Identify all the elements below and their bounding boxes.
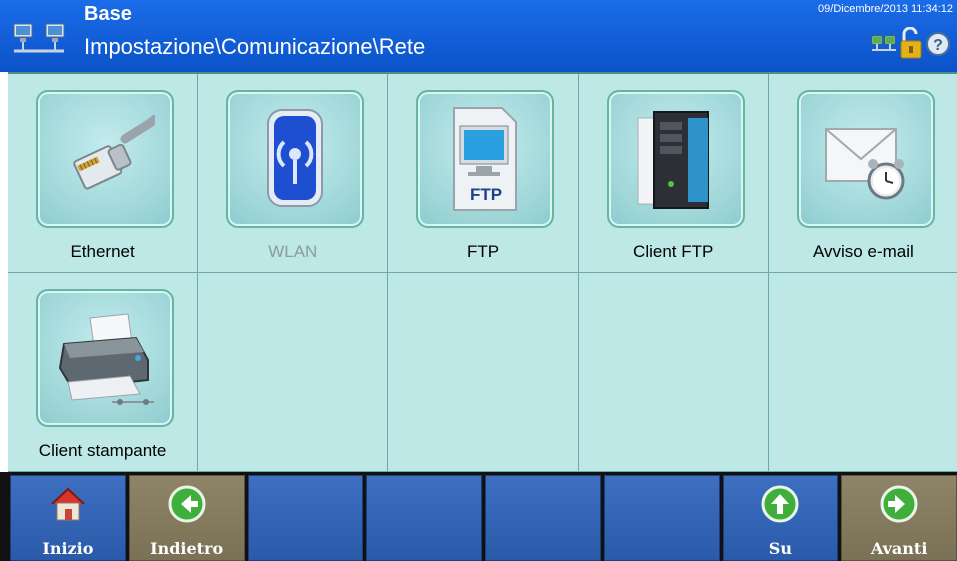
tile-ethernet[interactable]: Ethernet	[8, 74, 199, 273]
empty-cell	[578, 273, 769, 472]
up-button[interactable]: Su	[722, 475, 839, 561]
tile-icon-frame[interactable]	[226, 90, 365, 228]
tile-label: Client stampante	[38, 441, 167, 460]
svg-text:?: ?	[933, 37, 943, 54]
tile-email-alert[interactable]: Avviso e-mail	[768, 74, 957, 273]
softkey-empty[interactable]	[603, 475, 720, 561]
softkey-empty[interactable]	[247, 475, 364, 561]
ethernet-cable-icon	[73, 114, 155, 190]
softkey-empty[interactable]	[366, 475, 482, 561]
tile-label: FTP	[466, 242, 500, 261]
tile-label: Avviso e-mail	[813, 242, 914, 261]
email-alarm-icon	[824, 128, 905, 200]
tile-icon-frame[interactable]: FTP	[416, 90, 555, 228]
empty-cell	[388, 273, 579, 472]
server-icon	[637, 111, 709, 209]
header-bar: Base Impostazione\Comunicazione\Rete 09/…	[0, 0, 957, 72]
printer-icon	[58, 313, 154, 405]
back-arrow-icon	[168, 485, 206, 523]
up-arrow-icon	[761, 485, 799, 523]
svg-text:FTP: FTP	[470, 185, 502, 204]
tile-icon-frame[interactable]	[36, 289, 174, 427]
tile-icon-frame[interactable]	[36, 90, 174, 228]
unlocked-padlock-icon[interactable]	[899, 27, 923, 61]
tile-label: Client FTP	[633, 242, 714, 261]
status-icons: ?	[871, 27, 951, 61]
tile-label: WLAN	[268, 242, 318, 261]
datetime-display: 09/Dicembre/2013 11:34:12	[818, 3, 953, 15]
forward-button[interactable]: Avanti	[841, 475, 957, 561]
empty-cell	[198, 273, 389, 472]
forward-arrow-icon	[880, 485, 918, 523]
breadcrumb: Impostazione\Comunicazione\Rete	[84, 34, 426, 59]
tile-wlan[interactable]: WLAN	[198, 74, 389, 273]
softkey-empty[interactable]	[485, 475, 601, 561]
softkey-bar: Inizio Indietro Su Avanti	[0, 472, 957, 561]
tile-printer-client[interactable]: Client stampante	[8, 273, 199, 472]
wlan-icon	[267, 109, 324, 207]
page-title: Base	[84, 3, 132, 25]
home-icon	[51, 487, 85, 521]
back-button[interactable]: Indietro	[128, 475, 245, 561]
tile-ftp[interactable]: FTP FTP	[388, 74, 579, 273]
tile-icon-frame[interactable]	[796, 90, 935, 228]
network-icon	[13, 23, 65, 53]
home-button[interactable]: Inizio	[10, 475, 126, 561]
tile-label: Ethernet	[70, 242, 135, 261]
network-status-icon	[871, 35, 896, 51]
help-icon[interactable]: ?	[925, 31, 951, 57]
tile-icon-frame[interactable]	[606, 90, 745, 228]
ftp-icon: FTP	[453, 107, 518, 211]
tile-client-ftp[interactable]: Client FTP	[578, 74, 769, 273]
empty-cell	[768, 273, 957, 472]
menu-grid: Ethernet WLAN FTP FTP Client FTP Avviso …	[8, 72, 957, 472]
